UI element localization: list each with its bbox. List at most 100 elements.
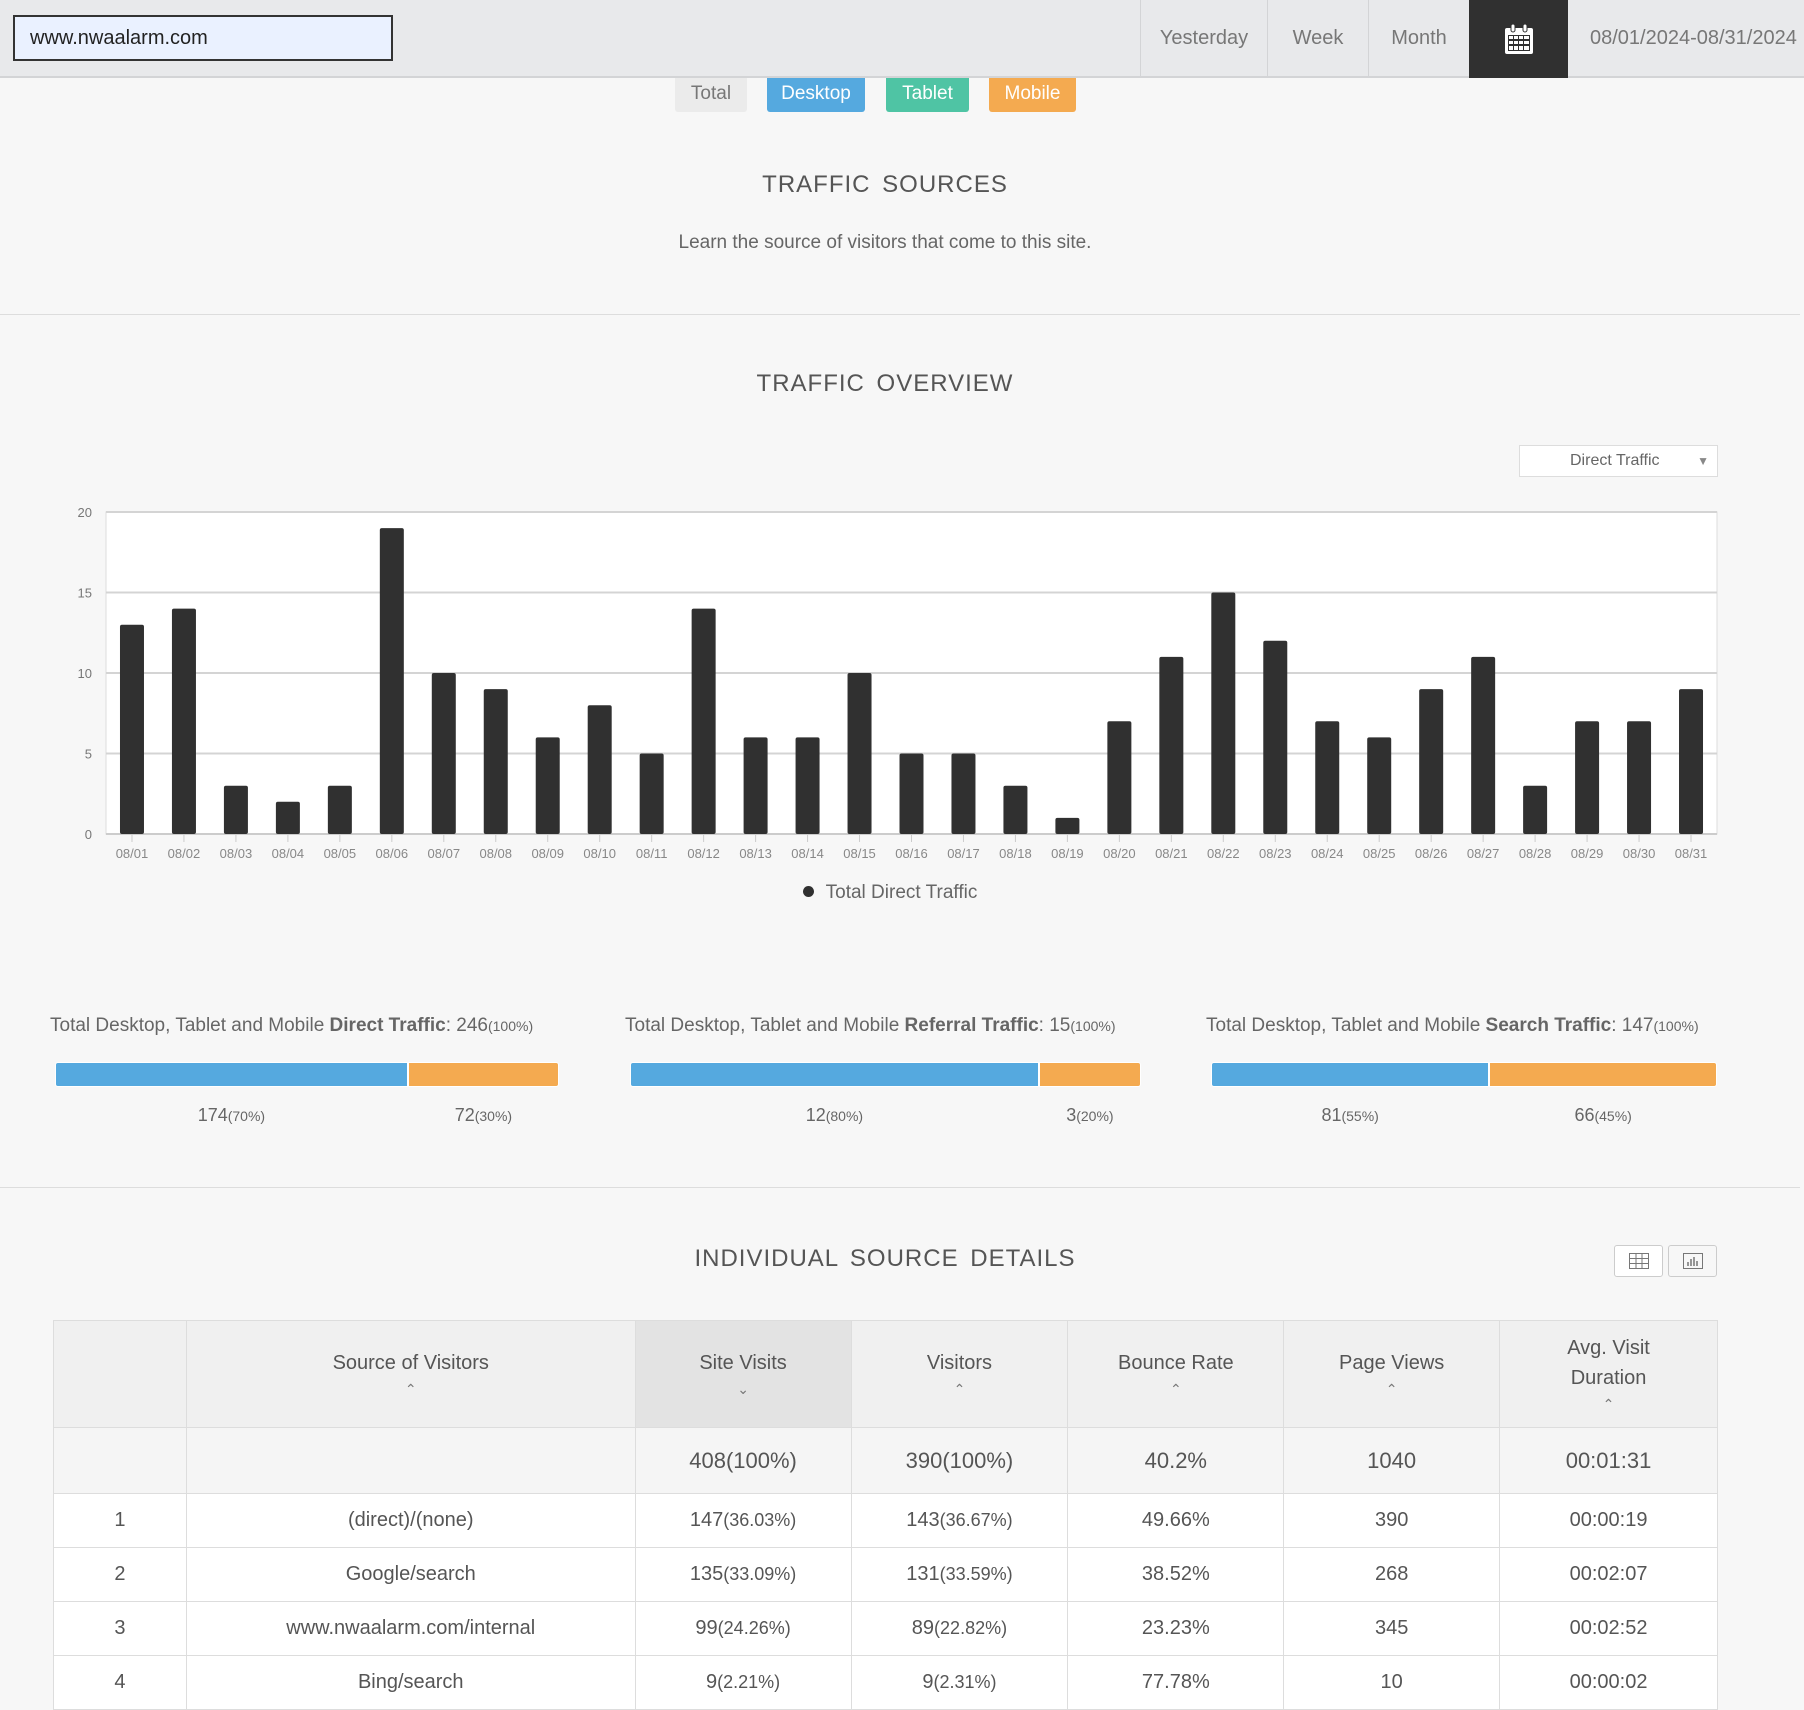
summary-split-bar xyxy=(55,1062,559,1087)
summary-text: Total Desktop, Tablet and Mobile Direct … xyxy=(50,1015,534,1036)
x-tick-label: 08/03 xyxy=(220,846,253,861)
bar xyxy=(587,705,612,834)
x-tick-label: 08/31 xyxy=(1675,846,1708,861)
x-tick-label: 08/09 xyxy=(531,846,564,861)
x-tick-label: 08/10 xyxy=(583,846,616,861)
bar xyxy=(1315,721,1340,834)
x-tick-label: 08/20 xyxy=(1103,846,1136,861)
bar xyxy=(535,737,560,834)
bar xyxy=(1107,721,1132,834)
table-row[interactable]: 2 Google/search 135(33.09%) 131(33.59%) 38.5… xyxy=(53,1547,1718,1602)
bar xyxy=(1211,592,1236,834)
traffic-bar-chart: 0 5 10 15 20 08/01 08/02 08/03 08/04 08/05 08/06 08… xyxy=(78,505,1718,861)
bar xyxy=(795,737,820,834)
bar-chart-icon xyxy=(1682,1253,1703,1269)
x-tick-label: 08/18 xyxy=(999,846,1032,861)
x-tick-label: 08/06 xyxy=(376,846,409,861)
tab-total[interactable]: Total xyxy=(675,78,747,112)
bar xyxy=(1055,817,1080,834)
x-tick-label: 08/27 xyxy=(1467,846,1500,861)
nav-month[interactable]: Month xyxy=(1368,0,1469,78)
legend-dot xyxy=(802,886,814,897)
bar xyxy=(951,753,976,834)
x-tick-label: 08/22 xyxy=(1207,846,1240,861)
traffic-overview-title: TRAFFIC OVERVIEW xyxy=(756,370,1014,397)
x-tick-label: 08/19 xyxy=(1051,846,1084,861)
x-tick-label: 08/04 xyxy=(272,846,305,861)
details-title: INDIVIDUAL SOURCE DETAILS xyxy=(694,1245,1076,1272)
calendar-icon xyxy=(1504,23,1533,54)
bar xyxy=(639,753,664,834)
sort-up-icon: ⌃ xyxy=(1602,1396,1615,1412)
col-source[interactable]: Source of Visitors ⌃ xyxy=(185,1320,636,1428)
chevron-down-icon: ▼ xyxy=(1697,454,1709,468)
nav-yesterday[interactable]: Yesterday xyxy=(1140,0,1267,78)
desktop-count: 81(55%) xyxy=(1321,1105,1379,1125)
x-tick-label: 08/16 xyxy=(895,846,928,861)
summary-split-bar xyxy=(1211,1062,1717,1087)
bar xyxy=(223,785,248,834)
desktop-share xyxy=(56,1063,409,1086)
source-details-table: Source of Visitors ⌃ Site Visits ⌄ Visitor… xyxy=(53,1320,1718,1710)
sort-up-icon: ⌃ xyxy=(1385,1381,1398,1397)
x-tick-label: 08/07 xyxy=(428,846,461,861)
chart-view-button[interactable] xyxy=(1668,1245,1717,1277)
chart-legend: Total Direct Traffic xyxy=(0,882,1780,904)
table-icon xyxy=(1628,1253,1649,1269)
calendar-button[interactable] xyxy=(1469,0,1568,78)
bar xyxy=(119,624,144,834)
bar xyxy=(1679,689,1704,834)
bar xyxy=(1419,689,1444,834)
table-row[interactable]: 1 (direct)/(none) 147(36.03%) 143(36.67%) 49… xyxy=(53,1493,1718,1548)
y-tick-label: 15 xyxy=(78,586,92,601)
traffic-sources-title: TRAFFIC SOURCES xyxy=(762,171,1008,198)
nav-week[interactable]: Week xyxy=(1267,0,1368,78)
bar xyxy=(483,689,508,834)
col-site-visits[interactable]: Site Visits ⌄ xyxy=(634,1320,852,1428)
x-tick-label: 08/08 xyxy=(479,846,512,861)
tab-mobile[interactable]: Mobile xyxy=(989,78,1076,112)
dropdown-value: Direct Traffic xyxy=(1570,452,1660,469)
date-range[interactable]: 08/01/2024-08/31/2024 xyxy=(1568,0,1804,78)
table-view-button[interactable] xyxy=(1614,1245,1663,1277)
bar xyxy=(1523,785,1548,834)
bar xyxy=(1367,737,1392,834)
x-tick-label: 08/13 xyxy=(739,846,772,861)
bar xyxy=(275,801,300,834)
x-tick-label: 08/01 xyxy=(116,846,149,861)
table-row[interactable]: 3 www.nwaalarm.com/internal 99(24.26%) 89(2… xyxy=(53,1601,1718,1656)
col-visitors[interactable]: Visitors ⌃ xyxy=(850,1320,1069,1428)
tab-desktop[interactable]: Desktop xyxy=(767,78,865,112)
bar xyxy=(1159,656,1184,834)
x-tick-label: 08/30 xyxy=(1623,846,1656,861)
table-row[interactable]: 4 Bing/search 9(2.21%) 9(2.31%) 77.78% 10 00:0… xyxy=(53,1655,1718,1710)
x-tick-label: 08/15 xyxy=(843,846,876,861)
x-tick-label: 08/26 xyxy=(1415,846,1448,861)
mobile-share xyxy=(408,1063,558,1086)
mobile-share xyxy=(1039,1063,1140,1086)
x-tick-label: 08/24 xyxy=(1311,846,1344,861)
bar xyxy=(743,737,768,834)
bar xyxy=(1003,785,1028,834)
mobile-count: 66(45%) xyxy=(1574,1105,1632,1125)
x-tick-label: 08/29 xyxy=(1571,846,1604,861)
x-tick-label: 08/14 xyxy=(791,846,824,861)
bar xyxy=(327,785,352,834)
traffic-sources-subtitle: Learn the source of visitors that come t… xyxy=(678,232,1092,253)
site-url-field[interactable]: www.nwaalarm.com xyxy=(13,15,393,61)
x-tick-label: 08/11 xyxy=(636,846,668,861)
bar xyxy=(379,528,404,834)
x-tick-label: 08/28 xyxy=(1519,846,1552,861)
summary-text: Total Desktop, Tablet and Mobile Referra… xyxy=(625,1015,1116,1036)
traffic-type-dropdown[interactable]: Direct Traffic ▼ xyxy=(1519,445,1718,477)
col-page-views[interactable]: Page Views ⌃ xyxy=(1283,1320,1501,1428)
legend-label: Total Direct Traffic xyxy=(825,882,978,903)
x-tick-label: 08/02 xyxy=(168,846,201,861)
bar xyxy=(1263,640,1288,834)
mobile-share xyxy=(1490,1063,1716,1086)
tab-tablet[interactable]: Tablet xyxy=(886,78,969,112)
bar xyxy=(899,753,924,834)
sort-up-icon: ⌃ xyxy=(1169,1381,1182,1397)
col-avg-duration[interactable]: Avg. Visit Duration ⌃ xyxy=(1499,1320,1718,1428)
col-bounce-rate[interactable]: Bounce Rate ⌃ xyxy=(1067,1320,1285,1428)
